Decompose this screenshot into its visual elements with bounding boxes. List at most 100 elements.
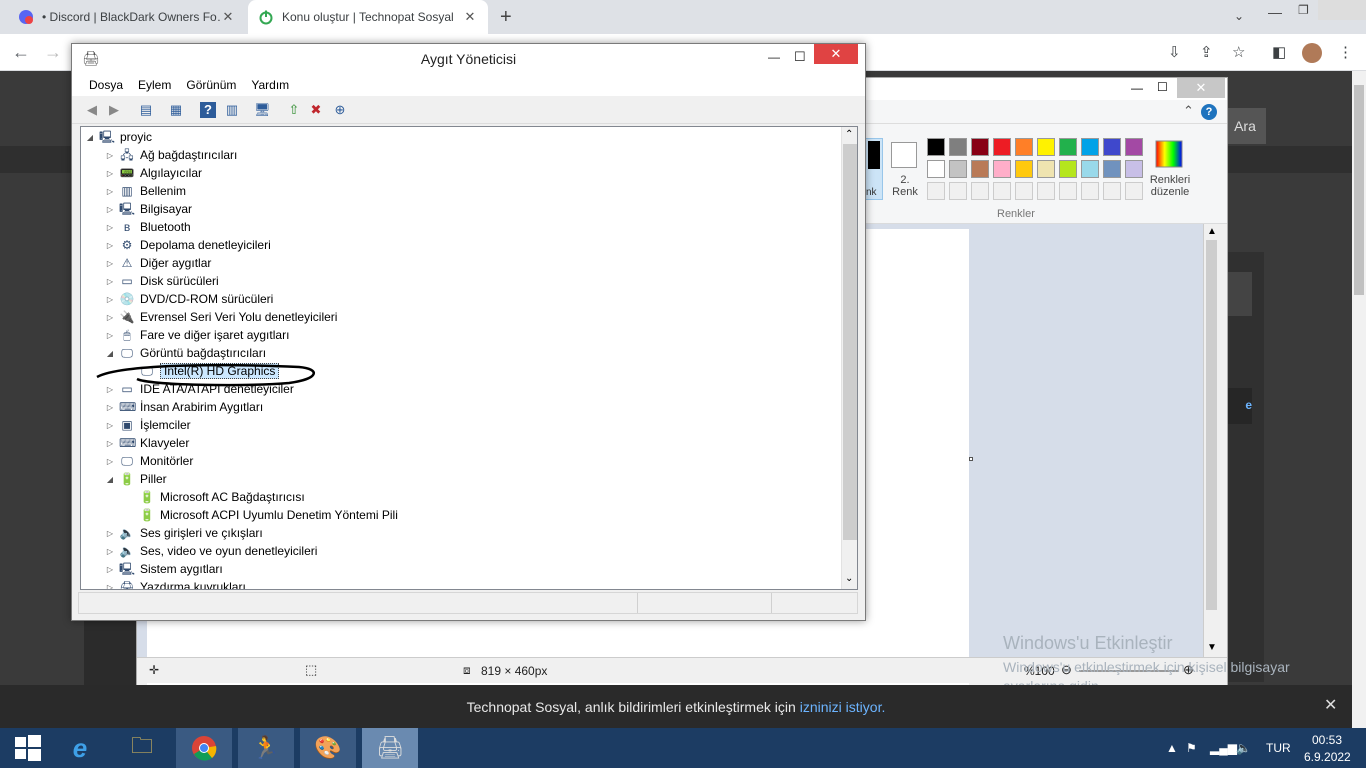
device-manager-taskbar-icon[interactable]: 🖨 — [362, 728, 418, 768]
flag-icon[interactable]: ⚑ — [1186, 741, 1197, 755]
tree-category-item[interactable]: ▷ 🔌 Evrensel Seri Veri Yolu denetleyiciler… — [105, 308, 338, 326]
expand-icon[interactable]: ▷ — [105, 403, 115, 412]
back-icon[interactable]: ◀ — [84, 102, 100, 118]
tree-category-item[interactable]: ▷ 🖧 Ağ bağdaştırıcıları — [105, 146, 237, 164]
tree-category-item[interactable]: ▷ 🖳 Bilgisayar — [105, 200, 192, 218]
paint-maximize-icon[interactable]: ☐ — [1157, 80, 1168, 94]
clock-date[interactable]: 6.9.2022 — [1304, 750, 1351, 764]
palette-swatch[interactable] — [993, 138, 1011, 156]
tree-category-item[interactable]: ▷ ⌨ İnsan Arabirim Aygıtları — [105, 398, 263, 416]
page-side-link[interactable]: e — [1228, 388, 1252, 424]
palette-swatch[interactable] — [1059, 138, 1077, 156]
expand-icon[interactable]: ▷ — [105, 583, 115, 590]
start-button[interactable] — [0, 728, 56, 768]
edit-colors-label[interactable]: Renkleri düzenle — [1145, 174, 1195, 198]
dm-vertical-scrollbar[interactable]: ⌃ ⌄ — [841, 127, 857, 589]
dm-close-button[interactable]: ✕ — [814, 44, 858, 64]
show-hidden-icons[interactable]: ▲ — [1166, 741, 1178, 755]
tree-category-item[interactable]: ▷ 🖨 Yazdırma kuyrukları — [105, 578, 246, 590]
expand-icon[interactable]: ▷ — [105, 241, 115, 250]
menu-dots-icon[interactable]: ⋮ — [1338, 43, 1353, 61]
resize-handle[interactable] — [969, 457, 973, 461]
scroll-up-icon[interactable]: ▲ — [1207, 226, 1217, 237]
chrome-taskbar-button[interactable] — [176, 728, 232, 768]
share-icon[interactable]: ⇪ — [1200, 43, 1213, 61]
palette-swatch[interactable] — [1015, 182, 1033, 200]
palette-swatch[interactable] — [1015, 160, 1033, 178]
palette-swatch[interactable] — [1081, 138, 1099, 156]
expand-icon[interactable]: ▷ — [105, 439, 115, 448]
tree-category-item[interactable]: ▷ ⚙ Depolama denetleyicileri — [105, 236, 271, 254]
minimize-icon[interactable]: — — [1268, 4, 1282, 20]
sidepanel-icon[interactable]: ◧ — [1272, 43, 1286, 61]
edit-colors-icon[interactable] — [1155, 140, 1183, 168]
palette-swatch[interactable] — [993, 182, 1011, 200]
tab-discord[interactable]: • Discord | BlackDark Owners Fo… ✕ — [8, 0, 246, 34]
palette-swatch[interactable] — [1037, 160, 1055, 178]
palette-swatch[interactable] — [1081, 182, 1099, 200]
scroll-down-icon[interactable]: ▼ — [1207, 642, 1217, 653]
add-legacy-hardware-icon[interactable]: ⊕ — [332, 102, 348, 118]
tree-category-item[interactable]: ▷ ⌨ Klavyeler — [105, 434, 189, 452]
palette-swatch[interactable] — [949, 138, 967, 156]
device-tree[interactable]: ◢ 🖳 proyic ▷ 🖧 Ağ bağdaştırıcıları ▷ 📟 Algıla… — [80, 126, 858, 590]
tree-category-item[interactable]: ▷ ⚠ Diğer aygıtlar — [105, 254, 211, 272]
bookmark-star-icon[interactable]: ☆ — [1232, 43, 1245, 61]
expand-icon[interactable]: ▷ — [105, 565, 115, 574]
palette-swatch[interactable] — [971, 138, 989, 156]
expand-icon[interactable]: ▷ — [105, 295, 115, 304]
tree-category-item[interactable]: ◢ 🔋 Piller — [105, 470, 167, 488]
palette-swatch[interactable] — [971, 160, 989, 178]
color2-swatch[interactable] — [891, 142, 917, 168]
expand-icon[interactable]: ▷ — [105, 187, 115, 196]
palette-swatch[interactable] — [1125, 182, 1143, 200]
scrollbar-thumb[interactable] — [1206, 240, 1217, 610]
scrollbar-thumb[interactable] — [1354, 85, 1364, 295]
expand-icon[interactable]: ▷ — [105, 169, 115, 178]
expand-icon[interactable]: ▷ — [105, 151, 115, 160]
counter-strike-icon[interactable]: 🏃 — [238, 728, 294, 768]
menu-eylem[interactable]: Eylem — [138, 78, 171, 92]
forward-icon[interactable]: → — [44, 42, 62, 63]
tree-category-item[interactable]: ▷ ▥ Bellenim — [105, 182, 186, 200]
palette-swatch[interactable] — [1103, 160, 1121, 178]
menu-dosya[interactable]: Dosya — [89, 78, 123, 92]
back-icon[interactable]: ← — [12, 42, 30, 63]
paint-vertical-scrollbar[interactable]: ▲ ▼ — [1203, 224, 1219, 657]
palette-swatch[interactable] — [1103, 182, 1121, 200]
network-icon[interactable]: ▂▄▆ — [1210, 741, 1237, 755]
close-window-button[interactable] — [1318, 0, 1366, 20]
profile-avatar[interactable] — [1302, 43, 1322, 63]
scrollbar-thumb[interactable] — [843, 144, 857, 540]
properties-icon[interactable]: ▦ — [168, 102, 184, 118]
tree-category-item[interactable]: ▷ 🔈 Ses girişleri ve çıkışları — [105, 524, 263, 542]
file-explorer-icon[interactable]: 🗀 — [114, 728, 170, 768]
expand-icon[interactable]: ▷ — [105, 223, 115, 232]
tab-technopat[interactable]: Konu oluştur | Technopat Sosyal ✕ — [248, 0, 488, 34]
action-view-icon[interactable]: ▥ — [224, 102, 240, 118]
collapse-icon[interactable]: ◢ — [85, 133, 95, 142]
search-button[interactable]: Ara — [1224, 108, 1266, 144]
scroll-up-icon[interactable]: ⌃ — [845, 129, 853, 140]
paint-minimize-icon[interactable]: — — [1131, 81, 1143, 95]
palette-swatch[interactable] — [927, 138, 945, 156]
new-tab-button[interactable]: + — [500, 6, 512, 29]
tree-category-item[interactable]: ▷ 🔈 Ses, video ve oyun denetleyicileri — [105, 542, 318, 560]
palette-swatch[interactable] — [1037, 138, 1055, 156]
palette-swatch[interactable] — [949, 182, 967, 200]
palette-swatch[interactable] — [927, 182, 945, 200]
notification-link[interactable]: izninizi istiyor. — [800, 699, 886, 715]
tree-category-item[interactable]: ▷ 🖳 Sistem aygıtları — [105, 560, 223, 578]
clock-time[interactable]: 00:53 — [1312, 733, 1342, 747]
help-icon[interactable]: ? — [200, 102, 216, 118]
expand-icon[interactable]: ▷ — [105, 457, 115, 466]
dm-minimize-icon[interactable]: — — [768, 50, 780, 64]
paint-taskbar-icon[interactable]: 🎨 — [300, 728, 356, 768]
scan-hardware-icon[interactable]: 🖥 — [254, 102, 271, 118]
page-scrollbar[interactable] — [1352, 71, 1366, 728]
palette-swatch[interactable] — [1081, 160, 1099, 178]
tree-category-item[interactable]: ▷ 📟 Algılayıcılar — [105, 164, 202, 182]
scroll-down-icon[interactable]: ⌄ — [845, 573, 853, 584]
tree-category-item[interactable]: ▷ 🖱 Fare ve diğer işaret aygıtları — [105, 326, 289, 344]
volume-icon[interactable]: 🔈 — [1236, 741, 1251, 755]
